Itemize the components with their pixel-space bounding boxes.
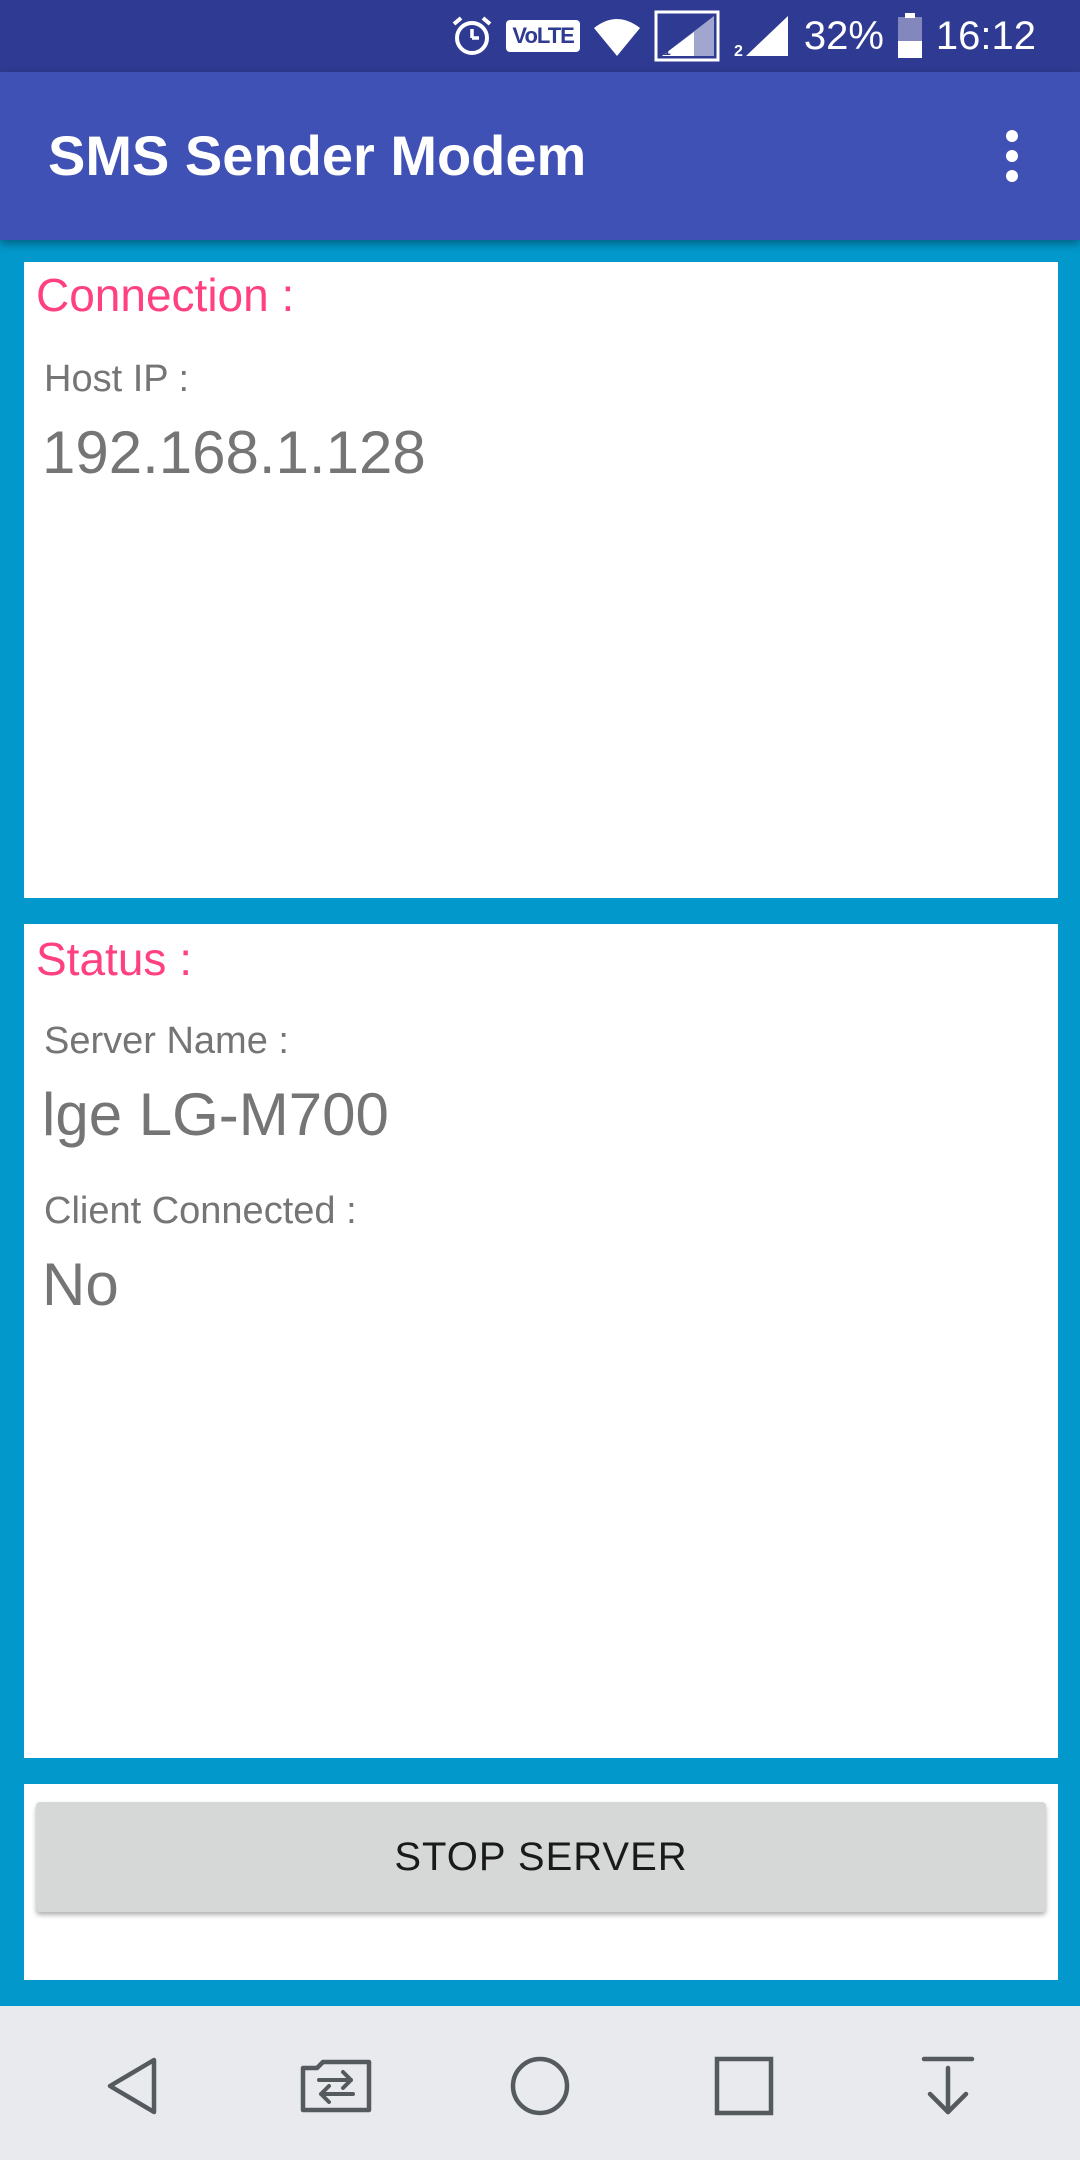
back-icon[interactable]: [82, 2036, 182, 2136]
wifi-icon: [592, 14, 642, 58]
status-section-title: Status :: [36, 933, 192, 985]
server-name-label: Server Name :: [44, 1020, 289, 1062]
notification-pull-icon[interactable]: [898, 2036, 998, 2136]
server-name-value: lge LG-M700: [42, 1081, 389, 1148]
connection-card: Connection : Host IP : 192.168.1.128: [24, 262, 1058, 898]
svg-text:2: 2: [734, 43, 743, 60]
battery-icon: [896, 12, 924, 60]
app-bar: SMS Sender Modem: [0, 72, 1080, 240]
sim2-signal-icon: 2: [732, 12, 792, 60]
navigation-bar: [0, 2006, 1080, 2160]
home-icon[interactable]: [490, 2036, 590, 2136]
sim1-signal-icon: 1: [654, 10, 720, 62]
client-connected-label: Client Connected :: [44, 1190, 357, 1232]
connection-section-title: Connection :: [36, 269, 295, 321]
recents-icon[interactable]: [694, 2036, 794, 2136]
svg-text:1: 1: [663, 42, 671, 58]
status-card: Status : Server Name : lge LG-M700 Clien…: [24, 924, 1058, 1758]
stop-server-button[interactable]: STOP SERVER: [36, 1802, 1046, 1912]
volte-icon: VoLTE: [506, 20, 580, 52]
clock: 16:12: [935, 13, 1036, 58]
host-ip-value: 192.168.1.128: [42, 419, 426, 486]
battery-percent: 32%: [803, 13, 884, 58]
host-ip-label: Host IP :: [44, 358, 190, 400]
status-icons: VoLTE 1 2 32% 16:12: [450, 0, 1036, 72]
switch-sim-icon[interactable]: [286, 2036, 386, 2136]
app-title: SMS Sender Modem: [48, 124, 587, 187]
action-card: STOP SERVER: [24, 1784, 1058, 1980]
status-bar: VoLTE 1 2 32% 16:12: [0, 0, 1080, 72]
overflow-menu-icon[interactable]: [972, 116, 1052, 196]
alarm-icon: [450, 14, 494, 58]
client-connected-value: No: [42, 1251, 119, 1318]
